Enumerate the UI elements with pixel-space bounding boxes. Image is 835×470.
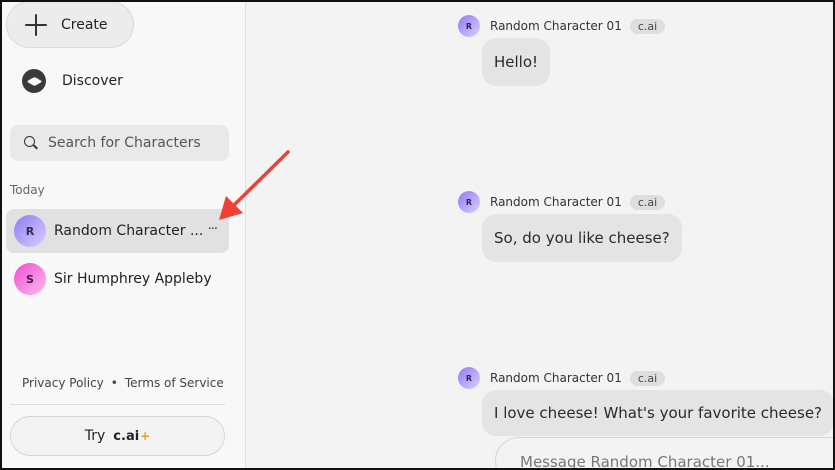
more-options-icon[interactable]: ···: [208, 223, 218, 237]
discover-link[interactable]: Discover: [22, 68, 123, 94]
section-label-today: Today: [10, 183, 45, 197]
compass-icon: [22, 69, 46, 93]
message-bubble: So, do you like cheese?: [482, 214, 682, 262]
ai-badge: c.ai: [629, 18, 666, 34]
try-cai-plus-button[interactable]: Try c.ai +: [10, 416, 225, 456]
author-name: Random Character 01: [490, 19, 622, 33]
message-header: R Random Character 01 c.ai: [458, 191, 666, 213]
search-input[interactable]: Search for Characters: [10, 125, 229, 161]
message-header: R Random Character 01 c.ai: [458, 367, 666, 389]
chat-item-name: Random Character ...: [54, 223, 204, 239]
discover-label: Discover: [62, 73, 123, 89]
create-label: Create: [61, 16, 108, 33]
message-bubble: I love cheese! What's your favorite chee…: [482, 390, 835, 436]
try-label: Try: [84, 428, 106, 444]
search-placeholder: Search for Characters: [48, 135, 201, 151]
ai-badge: c.ai: [629, 370, 666, 386]
avatar: R: [458, 367, 480, 389]
author-name: Random Character 01: [490, 195, 622, 209]
brand-label: c.ai: [113, 428, 140, 444]
sidebar: Create Discover Search for Characters To…: [0, 0, 246, 470]
create-button[interactable]: Create: [6, 1, 134, 48]
plus-icon: [25, 13, 47, 36]
footer-separator: •: [110, 376, 118, 390]
author-name: Random Character 01: [490, 371, 622, 385]
footer-links: Privacy Policy • Terms of Service: [22, 376, 224, 390]
plus-mark: +: [140, 429, 151, 443]
divider: [10, 404, 225, 405]
avatar: R: [458, 191, 480, 213]
message-bubble: Hello!: [482, 38, 551, 86]
message-header: R Random Character 01 c.ai: [458, 15, 666, 37]
avatar: R: [458, 15, 480, 37]
message-input[interactable]: Message Random Character 01...: [495, 437, 835, 470]
avatar: R: [14, 215, 46, 247]
chat-item-random-character[interactable]: R Random Character ... ···: [6, 209, 229, 253]
terms-of-service-link[interactable]: Terms of Service: [125, 376, 224, 390]
search-icon: [24, 136, 38, 150]
ai-badge: c.ai: [629, 194, 666, 210]
message-placeholder: Message Random Character 01...: [520, 453, 770, 470]
chat-item-sir-humphrey[interactable]: S Sir Humphrey Appleby: [6, 257, 229, 301]
privacy-policy-link[interactable]: Privacy Policy: [22, 376, 104, 390]
avatar: S: [14, 263, 46, 295]
chat-item-name: Sir Humphrey Appleby: [54, 271, 212, 287]
